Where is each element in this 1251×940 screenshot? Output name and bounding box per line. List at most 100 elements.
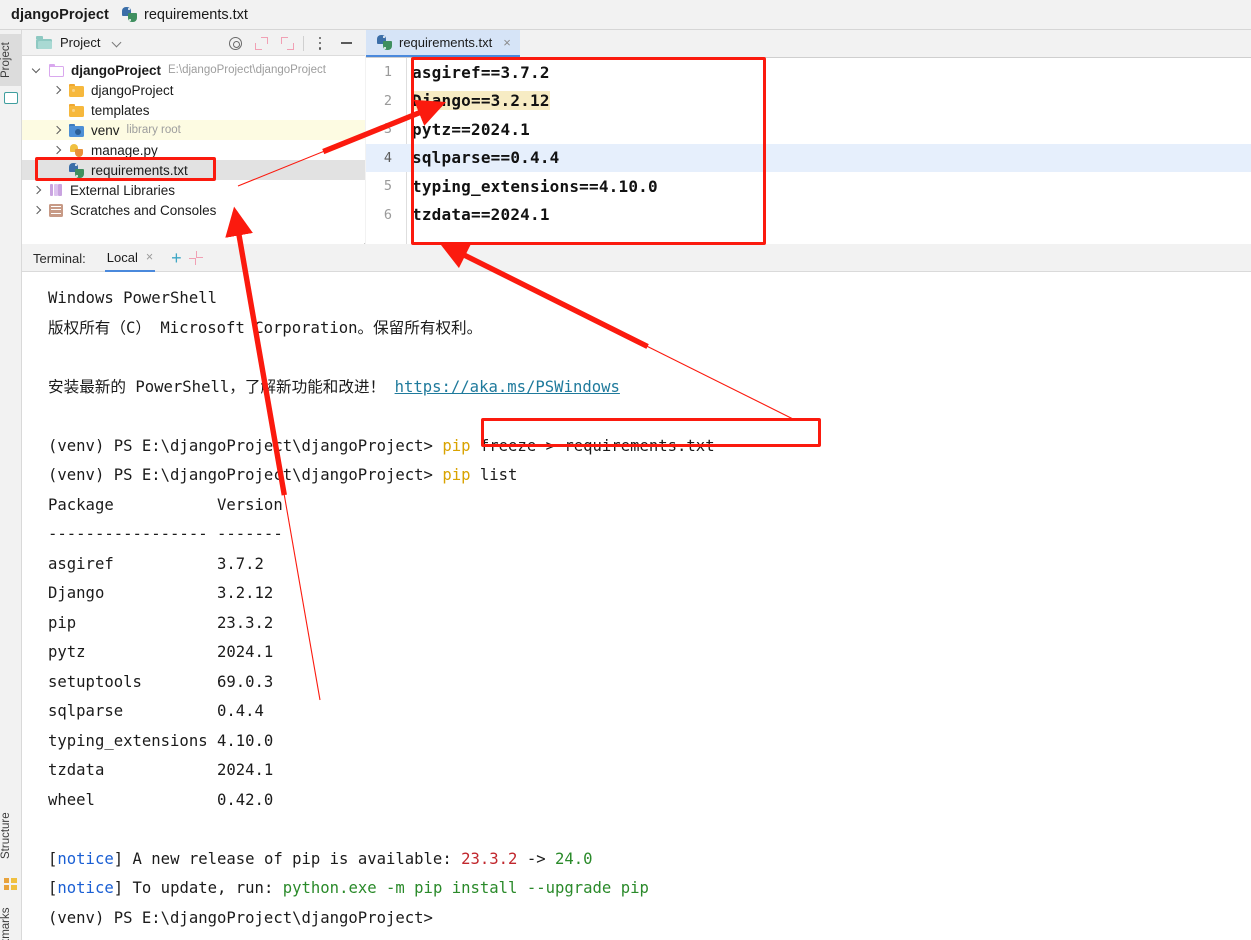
terminal-text: (venv) PS E:\djangoProject\djangoProject…	[48, 436, 443, 455]
terminal-line: typing_extensions 4.10.0	[48, 727, 1251, 757]
terminal-text: ->	[517, 849, 556, 868]
terminal-text: [	[48, 849, 58, 868]
close-icon[interactable]: ×	[146, 250, 153, 264]
expand-all-button[interactable]	[248, 30, 274, 56]
terminal-text: ] A new release of pip is available:	[113, 849, 462, 868]
breadcrumb-project[interactable]: djangoProject	[11, 7, 109, 23]
breadcrumb-file[interactable]: requirements.txt	[121, 7, 248, 23]
tree-item-djangoproject[interactable]: djangoProject E:\djangoProject\djangoProj…	[22, 60, 365, 80]
toolbar-divider	[303, 35, 304, 51]
project-panel-header: Project	[22, 30, 365, 56]
terminal-text: notice	[57, 879, 114, 897]
sidebar-item-bookmarks-label: Bookmarks	[0, 907, 12, 940]
project-tree: djangoProject E:\djangoProject\djangoProj…	[22, 56, 365, 243]
line-number: 1	[383, 64, 392, 81]
terminal-line: asgiref 3.7.2	[48, 550, 1251, 580]
python-file-icon	[121, 7, 137, 22]
project-folder-icon	[36, 36, 52, 49]
line-number: 3	[383, 121, 392, 138]
terminal-line: sqlparse 0.4.4	[48, 697, 1251, 727]
more-options-icon	[318, 36, 322, 50]
chevron-down-icon[interactable]	[32, 65, 43, 76]
tree-item-sublabel: E:\djangoProject\djangoProject	[168, 64, 326, 76]
terminal-link[interactable]: https://aka.ms/PSWindows	[395, 378, 620, 396]
editor-content-highlight-box	[411, 57, 766, 245]
sidebar-item-structure[interactable]: Structure	[0, 800, 22, 872]
terminal-text: asgiref 3.7.2	[48, 554, 264, 573]
terminal-text: setuptools 69.0.3	[48, 672, 274, 691]
blue-folder-icon	[69, 123, 84, 137]
chevron-right-icon[interactable]	[32, 205, 43, 216]
close-icon[interactable]: ×	[503, 36, 511, 49]
terminal-header: Terminal: Local × +	[22, 245, 1251, 272]
editor-tab-requirements[interactable]: requirements.txt ×	[366, 30, 520, 57]
terminal-text: pip 23.3.2	[48, 613, 274, 632]
terminal-line: [notice] To update, run: python.exe -m p…	[48, 874, 1251, 904]
terminal-tab-local[interactable]: Local ×	[104, 245, 156, 272]
project-icon[interactable]	[4, 92, 18, 104]
tree-item-venv[interactable]: venv library root	[22, 120, 365, 140]
locate-target-button[interactable]	[222, 30, 248, 56]
more-options-button[interactable]	[307, 30, 333, 56]
editor-tab-label: requirements.txt	[399, 35, 493, 50]
terminal-line: setuptools 69.0.3	[48, 668, 1251, 698]
left-tool-strip: Project Structure Bookmarks	[0, 30, 22, 940]
locate-target-icon	[228, 36, 242, 50]
libraries-icon	[49, 183, 63, 197]
terminal-text: (venv) PS E:\djangoProject\djangoProject…	[48, 466, 443, 484]
chevron-right-icon[interactable]	[52, 125, 63, 136]
terminal-text: tzdata 2024.1	[48, 761, 274, 779]
terminal-text: Package Version	[48, 495, 283, 514]
terminal-line: [notice] A new release of pip is availab…	[48, 845, 1251, 875]
orange-folder-icon	[69, 103, 84, 117]
root-folder-icon	[49, 63, 64, 77]
terminal-line: (venv) PS E:\djangoProject\djangoProject…	[48, 461, 1251, 491]
tree-item-external-libraries[interactable]: External Libraries	[22, 180, 365, 200]
project-panel-title: Project	[60, 35, 101, 50]
pip-freeze-command-box	[481, 418, 821, 447]
collapse-all-button[interactable]	[274, 30, 300, 56]
terminal-text: ] To update, run:	[113, 879, 283, 897]
tree-item-scratches-and-consoles[interactable]: Scratches and Consoles	[22, 200, 365, 220]
line-number: 2	[383, 92, 392, 109]
tree-item-label: djangoProject	[71, 62, 162, 78]
tree-item-label: venv	[91, 122, 120, 138]
terminal-line: (venv) PS E:\djangoProject\djangoProject…	[48, 904, 1251, 934]
sidebar-item-project[interactable]: Project	[0, 34, 22, 86]
terminal-line: Windows PowerShell	[48, 284, 1251, 314]
chevron-down-icon[interactable]	[113, 38, 122, 47]
terminal-text: notice	[57, 849, 114, 868]
terminal-text: Windows PowerShell	[48, 289, 217, 307]
tree-item-djangoproject[interactable]: djangoProject	[22, 80, 365, 100]
terminal-line: wheel 0.42.0	[48, 786, 1251, 816]
tree-item-templates[interactable]: templates	[22, 100, 365, 120]
line-number: 6	[383, 206, 392, 223]
chevron-right-icon[interactable]	[52, 145, 63, 156]
requirements-file-highlight-box	[35, 157, 216, 181]
terminal-text: sqlparse 0.4.4	[48, 702, 264, 720]
chevron-right-icon[interactable]	[32, 185, 43, 196]
collapse-all-icon	[280, 36, 294, 50]
add-terminal-icon[interactable]: +	[171, 249, 182, 267]
tree-item-sublabel: library root	[126, 124, 181, 136]
python-file-icon	[377, 35, 392, 50]
terminal-text: pip	[442, 466, 471, 484]
terminal-text: 版权所有（C） Microsoft Corporation。保留所有权利。	[48, 318, 483, 337]
terminal-line: ----------------- -------	[48, 520, 1251, 550]
tree-item-label: manage.py	[91, 142, 158, 158]
terminal-label: Terminal:	[33, 250, 86, 266]
sidebar-item-bookmarks[interactable]: Bookmarks	[0, 896, 22, 940]
structure-icon[interactable]	[4, 878, 18, 890]
hide-panel-button[interactable]	[333, 30, 359, 56]
terminal-text: 24.0	[555, 849, 593, 868]
terminal-text: pytz 2024.1	[48, 643, 274, 661]
terminal-tab-label: Local	[106, 249, 138, 265]
terminal-output[interactable]: Windows PowerShell 版权所有（C） Microsoft Corp…	[22, 272, 1251, 940]
chevron-right-icon[interactable]	[52, 85, 63, 96]
hide-panel-icon	[340, 41, 352, 45]
terminal-text: wheel 0.42.0	[48, 790, 274, 809]
terminal-text: ----------------- -------	[48, 525, 283, 543]
